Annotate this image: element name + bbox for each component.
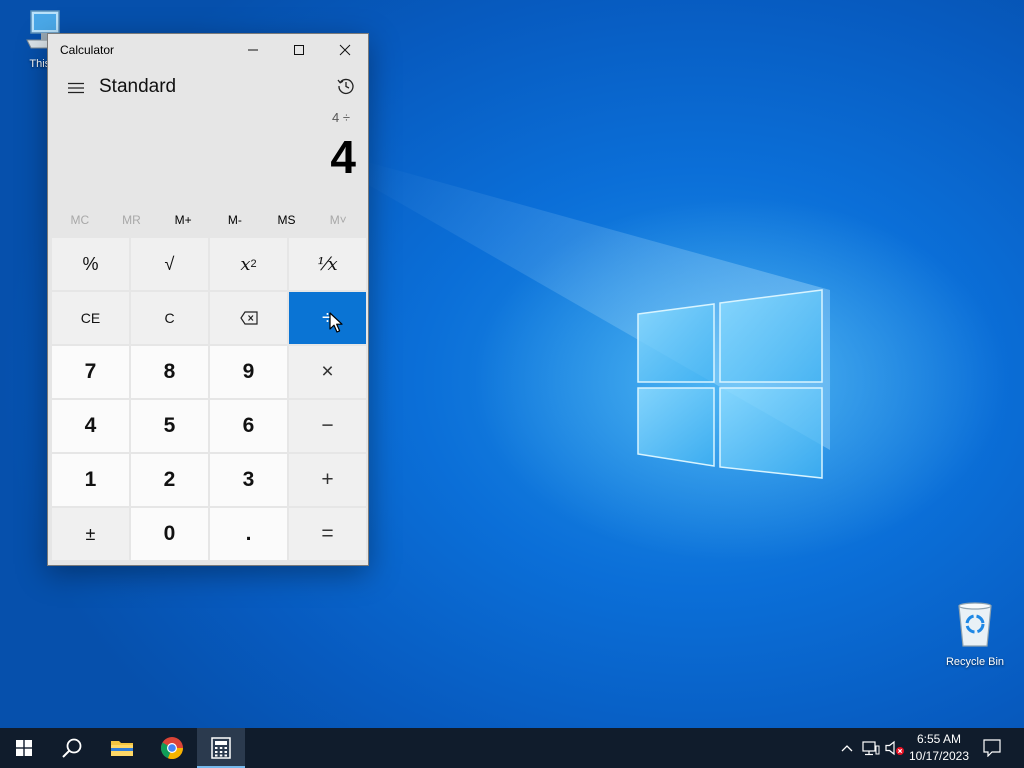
digit-label: 7 [84, 360, 97, 383]
expression-display: 4 ÷ [332, 110, 350, 125]
calculator-mode-title: Standard [99, 76, 177, 97]
square-root-label: √ [164, 253, 175, 274]
close-icon [339, 44, 351, 56]
square-button[interactable]: x2 [210, 238, 287, 290]
minimize-icon [248, 49, 258, 51]
backspace-button[interactable] [210, 292, 287, 344]
digit-label: 5 [163, 414, 176, 437]
windows-logo-wallpaper [637, 289, 823, 479]
digit-6-button[interactable]: 6 [210, 400, 287, 452]
negate-button[interactable]: ± [52, 508, 129, 560]
recycle-bin-icon [958, 602, 992, 647]
memory-row: MC MR M+ M- MS M˅ [54, 206, 364, 234]
square-exponent-label: 2 [250, 258, 257, 270]
memory-list-button[interactable]: M˅ [312, 206, 364, 234]
reciprocal-label: ⅟x [317, 253, 338, 275]
subtract-button[interactable]: − [289, 400, 366, 452]
digit-1-button[interactable]: 1 [52, 454, 129, 506]
add-label: + [321, 468, 334, 491]
folder-icon [111, 741, 133, 756]
desktop-icon-label: Recycle Bin [945, 656, 1005, 668]
digit-0-button[interactable]: 0 [131, 508, 208, 560]
clock[interactable]: 6:55 AM 10/17/2023 [902, 731, 976, 765]
digit-label: 9 [242, 360, 255, 383]
mouse-pointer-icon [329, 312, 343, 333]
decimal-button[interactable]: . [210, 508, 287, 560]
close-button[interactable] [322, 34, 368, 66]
title-bar[interactable]: Calculator [48, 34, 368, 66]
digit-3-button[interactable]: 3 [210, 454, 287, 506]
percent-label: % [82, 253, 99, 274]
navigation-menu-button[interactable] [56, 72, 96, 104]
desktop-icon-recycle-bin[interactable]: Recycle Bin [940, 600, 1010, 668]
taskbar-file-explorer[interactable] [98, 728, 146, 768]
clear-entry-label: CE [80, 310, 101, 326]
percent-button[interactable]: % [52, 238, 129, 290]
windows-start-icon [16, 740, 32, 756]
network-icon [862, 741, 880, 756]
taskbar: 6:55 AM 10/17/2023 [0, 728, 1024, 768]
clear-entry-button[interactable]: CE [52, 292, 129, 344]
memory-add-button[interactable]: M+ [157, 206, 209, 234]
clock-time: 6:55 AM [916, 732, 962, 746]
maximize-icon [294, 45, 304, 55]
taskbar-calculator[interactable] [197, 728, 245, 768]
calculator-icon [211, 737, 231, 759]
digit-label: 8 [163, 360, 176, 383]
minimize-button[interactable] [230, 34, 276, 66]
digit-9-button[interactable]: 9 [210, 346, 287, 398]
search-button[interactable] [48, 728, 96, 768]
memory-subtract-button[interactable]: M- [209, 206, 261, 234]
calculator-window[interactable]: Calculator Standard 4 ÷ 4 MC MR M+ M- MS… [47, 33, 369, 566]
notification-icon [983, 739, 1001, 757]
memory-clear-button[interactable]: MC [54, 206, 106, 234]
digit-label: 0 [163, 522, 176, 545]
negate-label: ± [85, 523, 96, 544]
decimal-label: . [245, 522, 252, 545]
clear-button[interactable]: C [131, 292, 208, 344]
memory-recall-button[interactable]: MR [106, 206, 158, 234]
digit-8-button[interactable]: 8 [131, 346, 208, 398]
network-status-button[interactable] [860, 728, 882, 768]
hamburger-menu-icon [68, 82, 84, 94]
action-center-button[interactable] [978, 728, 1006, 768]
history-icon [337, 78, 354, 95]
digit-label: 1 [84, 468, 97, 491]
digit-2-button[interactable]: 2 [131, 454, 208, 506]
digit-4-button[interactable]: 4 [52, 400, 129, 452]
history-button[interactable] [328, 70, 364, 102]
taskbar-chrome[interactable] [148, 728, 196, 768]
digit-label: 3 [242, 468, 255, 491]
keypad: % √ x2 ⅟x CE C ÷ 7 8 9 × 4 5 6 − 1 2 3 +… [52, 238, 366, 560]
square-root-button[interactable]: √ [131, 238, 208, 290]
digit-label: 4 [84, 414, 97, 437]
equals-label: = [321, 522, 334, 545]
digit-5-button[interactable]: 5 [131, 400, 208, 452]
show-hidden-icons-button[interactable] [836, 728, 858, 768]
square-base-label: x [240, 253, 251, 275]
backspace-icon [239, 311, 258, 325]
maximize-button[interactable] [276, 34, 322, 66]
subtract-label: − [321, 414, 334, 437]
digit-label: 6 [242, 414, 255, 437]
digit-label: 2 [163, 468, 176, 491]
start-button[interactable] [0, 728, 48, 768]
clock-date: 10/17/2023 [908, 749, 970, 763]
add-button[interactable]: + [289, 454, 366, 506]
chevron-up-icon [841, 745, 853, 752]
reciprocal-button[interactable]: ⅟x [289, 238, 366, 290]
window-title: Calculator [60, 43, 115, 57]
memory-store-button[interactable]: MS [261, 206, 313, 234]
multiply-button[interactable]: × [289, 346, 366, 398]
multiply-label: × [321, 360, 334, 383]
equals-button[interactable]: = [289, 508, 366, 560]
chrome-icon [160, 737, 184, 760]
digit-7-button[interactable]: 7 [52, 346, 129, 398]
clear-label: C [164, 310, 175, 326]
search-icon [62, 738, 82, 758]
result-display: 4 [330, 131, 356, 183]
divide-button[interactable]: ÷ [289, 292, 366, 344]
